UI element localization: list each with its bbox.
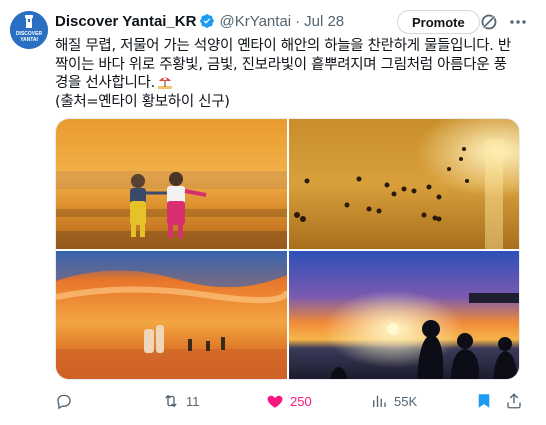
media-grid bbox=[55, 118, 520, 380]
verified-badge-icon[interactable] bbox=[199, 13, 215, 29]
yantai-logo-icon: DISCOVER YANTAI bbox=[10, 11, 48, 49]
tweet-text: 해질 무렵, 저물어 가는 석양이 옌타이 해안의 하늘을 찬란하게 물들입니다… bbox=[55, 37, 523, 111]
reply-icon bbox=[57, 394, 71, 410]
action-bar: 11 250 55K bbox=[55, 390, 525, 412]
views-button[interactable]: 55K bbox=[370, 390, 417, 412]
views-count: 55K bbox=[394, 393, 418, 409]
swimmers-golden-sea-photo[interactable] bbox=[289, 119, 519, 249]
separator-dot: · bbox=[295, 12, 301, 30]
share-icon bbox=[507, 393, 521, 409]
children-on-beach-photo[interactable] bbox=[56, 119, 287, 249]
retweet-button[interactable]: 11 bbox=[162, 390, 200, 412]
retweet-count: 11 bbox=[186, 393, 200, 409]
orange-sky-shore-photo[interactable] bbox=[56, 251, 287, 379]
sunset-silhouettes-photo[interactable] bbox=[289, 251, 519, 379]
user-handle[interactable]: @KrYantai bbox=[219, 13, 291, 30]
bookmark-button[interactable] bbox=[475, 390, 493, 412]
views-chart-icon bbox=[373, 395, 386, 407]
bookmark-filled-icon bbox=[478, 394, 490, 408]
avatar-text-yantai: YANTAI bbox=[20, 37, 38, 43]
tweet-line-3: 경을 선사합니다. bbox=[55, 74, 523, 93]
heart-filled-icon bbox=[267, 395, 283, 408]
tweet-line-4: (출처=옌타이 황보하이 신구) bbox=[55, 93, 230, 110]
grok-icon[interactable] bbox=[480, 13, 498, 31]
tweet-line-2: 짝이는 바다 위로 주황빛, 금빛, 진보라빛이 흩뿌려지며 그림처럼 아름다운… bbox=[55, 56, 507, 73]
retweet-icon bbox=[165, 394, 177, 408]
beach-umbrella-icon bbox=[157, 74, 173, 90]
like-count: 250 bbox=[290, 393, 312, 409]
promote-button[interactable]: Promote bbox=[397, 10, 480, 34]
avatar[interactable]: DISCOVER YANTAI bbox=[10, 11, 48, 49]
tweet-line-1: 해질 무렵, 저물어 가는 석양이 옌타이 해안의 하늘을 찬란하게 물들입니다… bbox=[55, 38, 511, 54]
tweet-header: Discover Yantai_KR @KrYantai · Jul 28 bbox=[55, 10, 344, 32]
share-button[interactable] bbox=[505, 390, 523, 412]
like-button[interactable]: 250 bbox=[266, 390, 312, 412]
reply-button[interactable] bbox=[55, 390, 79, 412]
more-options-icon[interactable] bbox=[508, 13, 528, 31]
display-name[interactable]: Discover Yantai_KR bbox=[55, 13, 196, 30]
timestamp[interactable]: Jul 28 bbox=[304, 13, 344, 30]
